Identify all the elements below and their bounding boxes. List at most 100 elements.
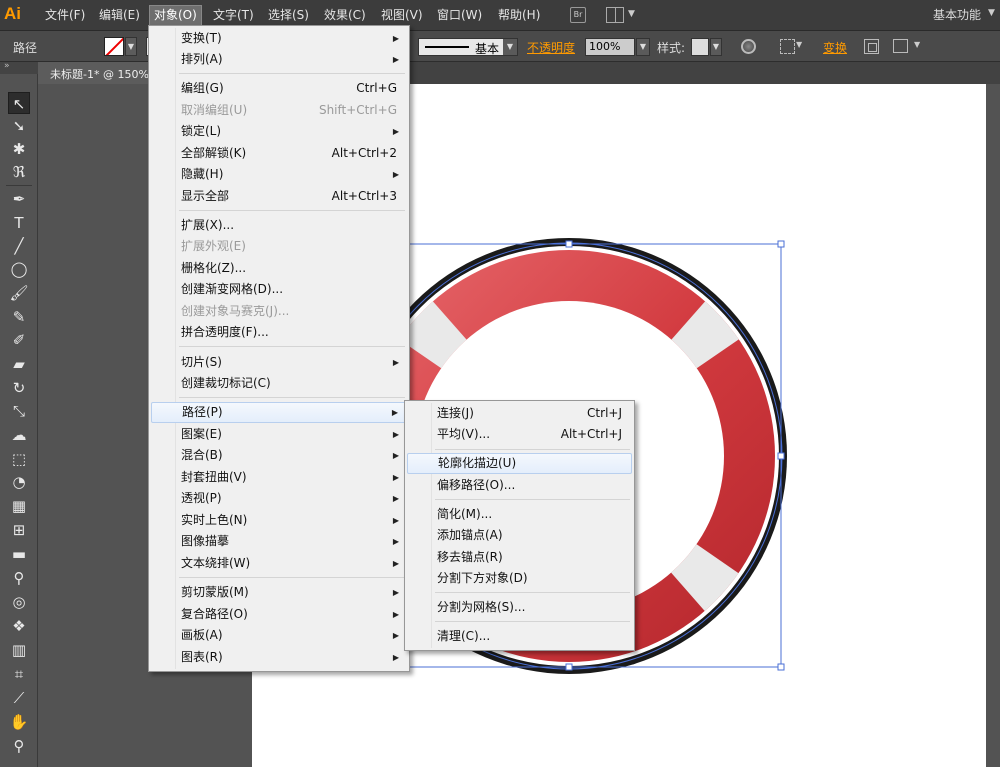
menu-effect[interactable]: 效果(C)	[320, 5, 370, 26]
menu-object[interactable]: 对象(O)	[149, 5, 202, 26]
menu-item-show-all[interactable]: 显示全部 Alt+Ctrl+3	[151, 186, 407, 207]
menu-item-create-trim-marks[interactable]: 创建裁切标记(C)	[151, 373, 407, 394]
menu-help[interactable]: 帮助(H)	[494, 5, 544, 26]
pencil-tool-icon[interactable]: ✎	[8, 306, 30, 328]
collapse-icon[interactable]: »	[4, 61, 10, 71]
menu-item-ungroup[interactable]: 取消编组(U) Shift+Ctrl+G	[151, 100, 407, 121]
document-tab[interactable]: 未标题-1* @ 150%	[38, 62, 148, 84]
menu-item-live-paint[interactable]: 实时上色(N) ▶	[151, 510, 407, 531]
arrange-documents-button[interactable]: ▼	[606, 7, 636, 23]
menu-item-blend[interactable]: 混合(B) ▶	[151, 445, 407, 466]
stroke-style-dropdown[interactable]: 基本 ▼	[418, 38, 518, 56]
isolate-selection-icon[interactable]	[864, 39, 879, 54]
menu-item-outline-stroke[interactable]: 轮廓化描边(U)	[407, 453, 632, 474]
zoom-tool-icon[interactable]: ⚲	[8, 735, 30, 757]
fill-swatch[interactable]	[104, 37, 124, 56]
workspace-switcher[interactable]: 基本功能	[933, 6, 981, 23]
recolor-artwork-icon[interactable]	[741, 39, 756, 54]
menu-item-join[interactable]: 连接(J) Ctrl+J	[407, 403, 632, 424]
menu-item-create-gradient-mesh[interactable]: 创建渐变网格(D)...	[151, 279, 407, 300]
transform-link[interactable]: 变换	[823, 39, 847, 56]
menu-item-transform[interactable]: 变换(T) ▶	[151, 28, 407, 49]
eraser-tool-icon[interactable]: ▰	[8, 353, 30, 375]
menu-item-offset-path[interactable]: 偏移路径(O)...	[407, 475, 632, 496]
menu-item-rasterize[interactable]: 栅格化(Z)...	[151, 258, 407, 279]
menu-item-add-anchor-points[interactable]: 添加锚点(A)	[407, 525, 632, 546]
blob-brush-tool-icon[interactable]: ✐	[8, 329, 30, 351]
bounding-handle[interactable]	[777, 452, 785, 460]
column-graph-tool-icon[interactable]: ▥	[8, 639, 30, 661]
artboard-tool-icon[interactable]: ⌗	[8, 663, 30, 685]
menu-file[interactable]: 文件(F)	[41, 5, 89, 26]
perspective-grid-tool-icon[interactable]: ▦	[8, 495, 30, 517]
bounding-handle[interactable]	[565, 240, 573, 248]
warp-tool-icon[interactable]: ☁	[8, 424, 30, 446]
menu-item-compound-path[interactable]: 复合路径(O) ▶	[151, 604, 407, 625]
menu-item-flatten-transparency[interactable]: 拼合透明度(F)...	[151, 322, 407, 343]
bridge-button[interactable]: Br	[570, 7, 586, 23]
menu-item-remove-anchor-points[interactable]: 移去锚点(R)	[407, 547, 632, 568]
menu-item-clean-up[interactable]: 清理(C)...	[407, 626, 632, 647]
line-tool-icon[interactable]: ╱	[8, 235, 30, 257]
menu-item-unlock-all[interactable]: 全部解锁(K) Alt+Ctrl+2	[151, 143, 407, 164]
menu-item-text-wrap[interactable]: 文本绕排(W) ▶	[151, 553, 407, 574]
menu-item-slice[interactable]: 切片(S) ▶	[151, 352, 407, 373]
menu-item-group[interactable]: 编组(G) Ctrl+G	[151, 78, 407, 99]
gradient-tool-icon[interactable]: ▬	[8, 543, 30, 565]
bounding-handle[interactable]	[565, 663, 573, 671]
chevron-down-icon: ▼	[914, 40, 921, 49]
menu-item-average[interactable]: 平均(V)... Alt+Ctrl+J	[407, 424, 632, 445]
lasso-tool-icon[interactable]: ℜ	[8, 161, 30, 183]
direct-selection-tool-icon[interactable]: ➘	[8, 115, 30, 137]
graphic-style-dropdown[interactable]: ▼	[710, 38, 722, 56]
bounding-handle[interactable]	[777, 663, 785, 671]
menu-edit[interactable]: 编辑(E)	[95, 5, 144, 26]
scale-tool-icon[interactable]: ⤡	[8, 400, 30, 422]
symbol-sprayer-tool-icon[interactable]: ❖	[8, 615, 30, 637]
graphic-style-swatch[interactable]	[691, 38, 709, 56]
free-transform-tool-icon[interactable]: ⬚	[8, 448, 30, 470]
eyedropper-tool-icon[interactable]: ⚲	[8, 567, 30, 589]
menu-item-pattern[interactable]: 图案(E) ▶	[151, 424, 407, 445]
pen-tool-icon[interactable]: ✒	[8, 188, 30, 210]
align-icon[interactable]	[780, 39, 795, 54]
menu-view[interactable]: 视图(V)	[377, 5, 427, 26]
shape-builder-tool-icon[interactable]: ◔	[8, 471, 30, 493]
menu-window[interactable]: 窗口(W)	[433, 5, 486, 26]
menu-item-graph[interactable]: 图表(R) ▶	[151, 647, 407, 668]
magic-wand-tool-icon[interactable]: ✱	[8, 138, 30, 160]
fill-dropdown[interactable]: ▼	[125, 37, 137, 56]
paintbrush-tool-icon[interactable]: 🖌	[8, 282, 30, 304]
opacity-input[interactable]: 100%	[585, 38, 635, 56]
menu-select[interactable]: 选择(S)	[264, 5, 313, 26]
menu-item-divide-objects-below[interactable]: 分割下方对象(D)	[407, 568, 632, 589]
menu-item-hide[interactable]: 隐藏(H) ▶	[151, 164, 407, 185]
menu-item-clipping-mask[interactable]: 剪切蒙版(M) ▶	[151, 582, 407, 603]
opacity-label[interactable]: 不透明度	[527, 39, 575, 56]
selection-tool-icon[interactable]: ↖	[8, 92, 30, 114]
ellipse-tool-icon[interactable]: ◯	[8, 258, 30, 280]
menu-type[interactable]: 文字(T)	[209, 5, 258, 26]
hand-tool-icon[interactable]: ✋	[8, 711, 30, 733]
menu-item-lock[interactable]: 锁定(L) ▶	[151, 121, 407, 142]
menu-item-path[interactable]: 路径(P) ▶	[151, 402, 407, 423]
panel-menu-icon[interactable]	[893, 39, 908, 53]
opacity-dropdown[interactable]: ▼	[636, 38, 650, 56]
menu-item-split-into-grid[interactable]: 分割为网格(S)...	[407, 597, 632, 618]
blend-tool-icon[interactable]: ◎	[8, 591, 30, 613]
menu-item-image-trace[interactable]: 图像描摹 ▶	[151, 531, 407, 552]
type-tool-icon[interactable]: T	[8, 212, 30, 234]
menu-item-perspective[interactable]: 透视(P) ▶	[151, 488, 407, 509]
selection-type-label: 路径	[13, 41, 38, 55]
menu-item-create-object-mosaic[interactable]: 创建对象马赛克(J)...	[151, 301, 407, 322]
rotate-tool-icon[interactable]: ↻	[8, 377, 30, 399]
menu-item-expand[interactable]: 扩展(X)...	[151, 215, 407, 236]
menu-item-simplify[interactable]: 简化(M)...	[407, 504, 632, 525]
slice-tool-icon[interactable]: ⟋	[8, 687, 30, 709]
menu-item-arrange[interactable]: 排列(A) ▶	[151, 49, 407, 70]
mesh-tool-icon[interactable]: ⊞	[8, 519, 30, 541]
menu-item-artboards[interactable]: 画板(A) ▶	[151, 625, 407, 646]
bounding-handle[interactable]	[777, 240, 785, 248]
menu-item-expand-appearance[interactable]: 扩展外观(E)	[151, 236, 407, 257]
menu-item-envelope-distort[interactable]: 封套扭曲(V) ▶	[151, 467, 407, 488]
